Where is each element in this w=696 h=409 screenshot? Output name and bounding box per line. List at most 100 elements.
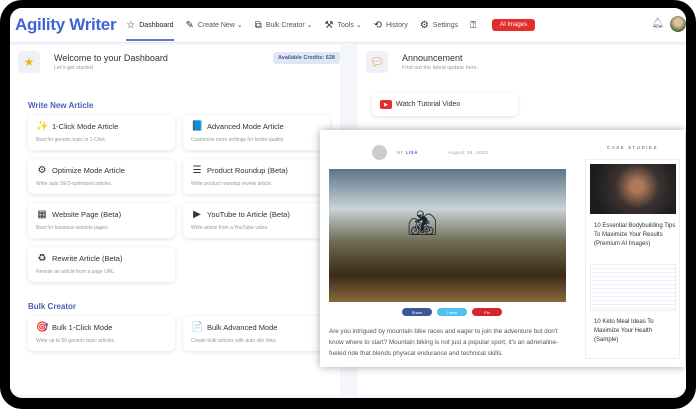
share-buttons: Share Tweet Pin [402, 308, 502, 316]
feature-icon: 🎯 [36, 322, 49, 333]
card-title-row: 📄 Bulk Advanced Mode [191, 322, 322, 333]
bodybuilding-image[interactable] [590, 164, 676, 214]
case-studies-title: CASE STUDIES [606, 145, 658, 150]
card-description: Best for business website pages. [36, 225, 110, 231]
gear-icon: ⚙ [419, 19, 429, 31]
feature-icon: 📘 [191, 121, 204, 132]
help-icon: ⍰ [470, 19, 477, 31]
feature-card[interactable]: ☰ Product Roundup (Beta) Write product rou… [183, 159, 330, 194]
nav-tools[interactable]: ⚒ Tools ⌄ [325, 8, 362, 43]
avatar[interactable] [670, 16, 686, 32]
card-title: Website Page (Beta) [52, 210, 122, 219]
watch-tutorial-button[interactable]: ▶ Watch Tutorial Video [372, 93, 518, 116]
feature-card[interactable]: 📄 Bulk Advanced Mode Create bulk articles … [183, 316, 330, 351]
announcement-subtitle: Find out the latest update here. [402, 65, 479, 71]
article-body: Are you intrigued by mountain bike races… [329, 328, 559, 357]
facebook-share-button[interactable]: Share [402, 308, 432, 316]
card-description: Write product roundup review article. [191, 181, 273, 187]
credits-badge: Available Credits: 628 [273, 52, 340, 64]
feature-card[interactable]: ♻ Rewrite Article (Beta) Rewrite an articl… [28, 247, 175, 282]
card-description: Write article from a YouTube video. [191, 225, 269, 231]
mountain-biker-icon: 🚵︎ [407, 210, 438, 237]
youtube-icon: ▶ [380, 100, 392, 109]
case-study-link[interactable]: 10 Keto Meal Ideas To Maximize Your Heal… [594, 318, 676, 345]
card-title-row: ▦ Website Page (Beta) [36, 209, 167, 220]
author-line: BY LISA August 26, 2023 [372, 145, 488, 160]
feature-card[interactable]: ▦ Website Page (Beta) Best for business we… [28, 203, 175, 238]
card-description: Customize more settings for better quali… [191, 137, 285, 143]
feature-icon: ☰ [192, 165, 202, 176]
feature-card[interactable]: ✨ 1-Click Mode Article Best for generic to… [28, 115, 175, 150]
feature-card[interactable]: 🎯 Bulk 1-Click Mode Write up to 50 generic… [28, 316, 175, 351]
hero-image: 🚵︎ [329, 169, 566, 302]
post-date: August 26, 2023 [447, 150, 489, 155]
nav-history[interactable]: ⟲ History [374, 8, 408, 43]
chat-icon: 💬︎ [366, 51, 388, 73]
card-title: Rewrite Article (Beta) [52, 254, 123, 263]
welcome-panel: ★ Welcome to your Dashboard Let's get sta… [10, 45, 340, 395]
top-nav: Agility Writer ☆ Dashboard ✎ Create New ⌄ … [10, 8, 686, 43]
card-title-row: ✨ 1-Click Mode Article [36, 121, 167, 132]
nav-label: History [386, 21, 408, 29]
nav-label: Bulk Creator ⌄ [265, 22, 313, 29]
nav-create-new[interactable]: ✎ Create New ⌄ [186, 8, 243, 43]
card-description: Write auto SEO-optimized articles. [36, 181, 113, 187]
keto-screenshot-image[interactable] [590, 264, 676, 311]
nav-label: Tools ⌄ [337, 22, 362, 29]
feature-icon: ▶ [193, 209, 201, 220]
card-description: Create bulk articles with auto silo link… [191, 338, 277, 344]
star-icon: ☆ [126, 19, 136, 31]
feature-icon: ✨ [36, 121, 49, 132]
nav-label: Create New ⌄ [197, 22, 243, 29]
author-avatar [372, 145, 387, 160]
feature-icon: ♻ [37, 253, 47, 264]
card-title: Bulk 1-Click Mode [52, 323, 113, 332]
nav-settings[interactable]: ⚙ Settings [420, 8, 458, 43]
card-title-row: ⚙ Optimize Mode Article [36, 165, 167, 176]
card-title-row: ▶ YouTube to Article (Beta) [191, 209, 322, 220]
card-title: YouTube to Article (Beta) [207, 210, 290, 219]
byline: BY LISA [397, 150, 418, 155]
card-description: Write up to 50 generic topic articles. [36, 338, 116, 344]
nav-bulk-creator[interactable]: ⧉ Bulk Creator ⌄ [255, 8, 313, 43]
announcement-title: Announcement [402, 53, 463, 63]
case-study-link[interactable]: 10 Essential Bodybuilding Tips To Maximi… [594, 222, 676, 249]
feature-card[interactable]: ⚙ Optimize Mode Article Write auto SEO-opt… [28, 159, 175, 194]
card-description: Best for generic topic in 1-Click. [36, 137, 107, 143]
feature-card[interactable]: ▶ YouTube to Article (Beta) Write article … [183, 203, 330, 238]
card-title: 1-Click Mode Article [52, 122, 119, 131]
case-studies: CASE STUDIES 10 Essential Bodybuilding T… [585, 145, 680, 359]
card-description: Rewrite an article from a page URL. [36, 269, 116, 275]
author-name[interactable]: LISA [406, 150, 418, 155]
feature-icon: ▦ [37, 209, 47, 220]
pinterest-share-button[interactable]: Pin [472, 308, 502, 316]
card-title-row: ♻ Rewrite Article (Beta) [36, 253, 167, 264]
feature-card[interactable]: 📘 Advanced Mode Article Customize more set… [183, 115, 330, 150]
logo[interactable]: Agility Writer [15, 15, 117, 35]
tutorial-label: Watch Tutorial Video [396, 101, 461, 108]
twitter-share-button[interactable]: Tweet [437, 308, 467, 316]
welcome-header: ★ Welcome to your Dashboard Let's get sta… [18, 51, 168, 73]
case-studies-list: 10 Essential Bodybuilding Tips To Maximi… [585, 159, 680, 359]
nav-label: Settings [432, 21, 459, 29]
nav-help[interactable]: ⍰ [470, 8, 480, 43]
section-heading: Bulk Creator [28, 302, 77, 311]
welcome-subtitle: Let's get started [54, 65, 93, 71]
card-title-row: 📘 Advanced Mode Article [191, 121, 322, 132]
article-preview: BY LISA August 26, 2023 🚵︎ Share Tweet P… [320, 130, 685, 367]
announcement-header: 💬︎ Announcement Find out the latest updat… [366, 51, 478, 73]
nav-dashboard[interactable]: ☆ Dashboard [126, 8, 174, 43]
star-icon: ★ [18, 51, 40, 73]
feature-icon: 📄 [191, 322, 204, 333]
by-label: BY [397, 150, 404, 155]
tools-icon: ⚒ [324, 19, 334, 31]
nav-label: Dashboard [139, 21, 174, 29]
history-icon: ⟲ [373, 19, 383, 31]
bell-icon[interactable]: 🔔︎ [651, 18, 664, 29]
card-title: Optimize Mode Article [52, 166, 125, 175]
bulk-icon: ⧉ [254, 19, 262, 31]
welcome-title: Welcome to your Dashboard [54, 53, 168, 63]
card-title-row: 🎯 Bulk 1-Click Mode [36, 322, 167, 333]
ai-images-button[interactable]: AI Images [492, 19, 536, 31]
card-title: Bulk Advanced Mode [207, 323, 278, 332]
